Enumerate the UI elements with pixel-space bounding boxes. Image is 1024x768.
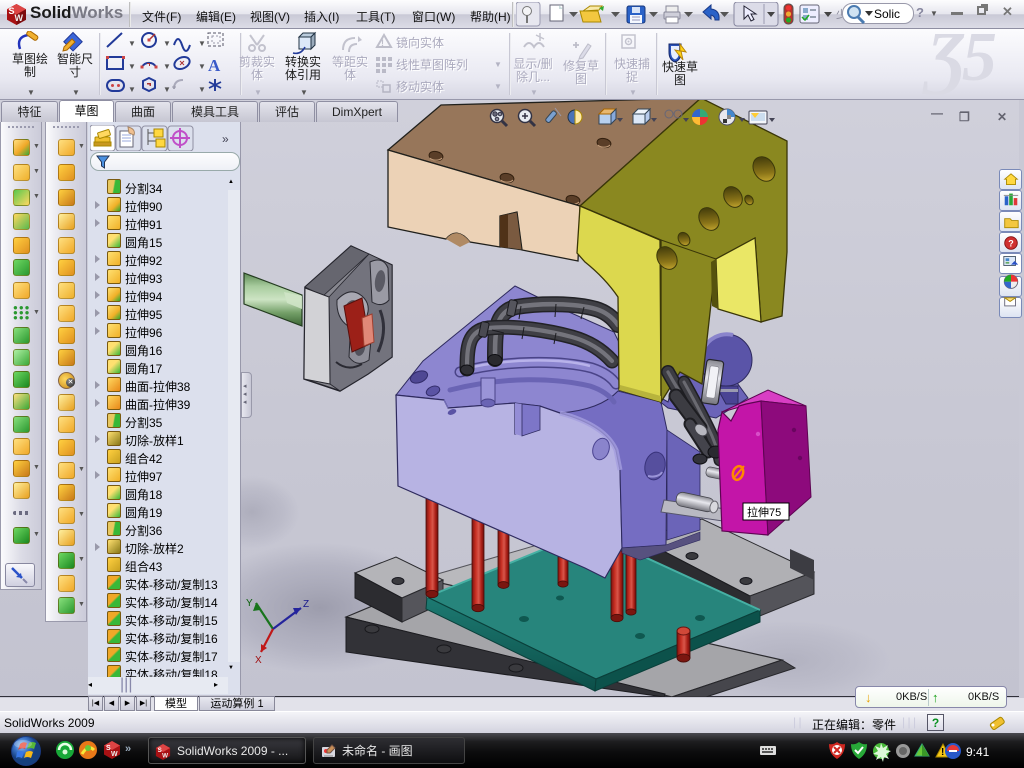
- svg-text:?: ?: [1008, 239, 1013, 249]
- svg-text:Y: Y: [246, 598, 253, 609]
- svg-text:拉伸75: 拉伸75: [747, 505, 781, 519]
- svg-text:!: !: [381, 38, 384, 48]
- svg-text:W: W: [111, 751, 118, 758]
- svg-text:Z: Z: [303, 599, 309, 610]
- svg-text:!: !: [941, 747, 944, 758]
- svg-text:X: X: [255, 655, 262, 666]
- svg-text:W: W: [162, 752, 168, 759]
- svg-text:W: W: [15, 13, 24, 23]
- svg-text:S: S: [158, 747, 162, 754]
- svg-text:A: A: [208, 56, 221, 75]
- svg-text:»: »: [125, 743, 131, 755]
